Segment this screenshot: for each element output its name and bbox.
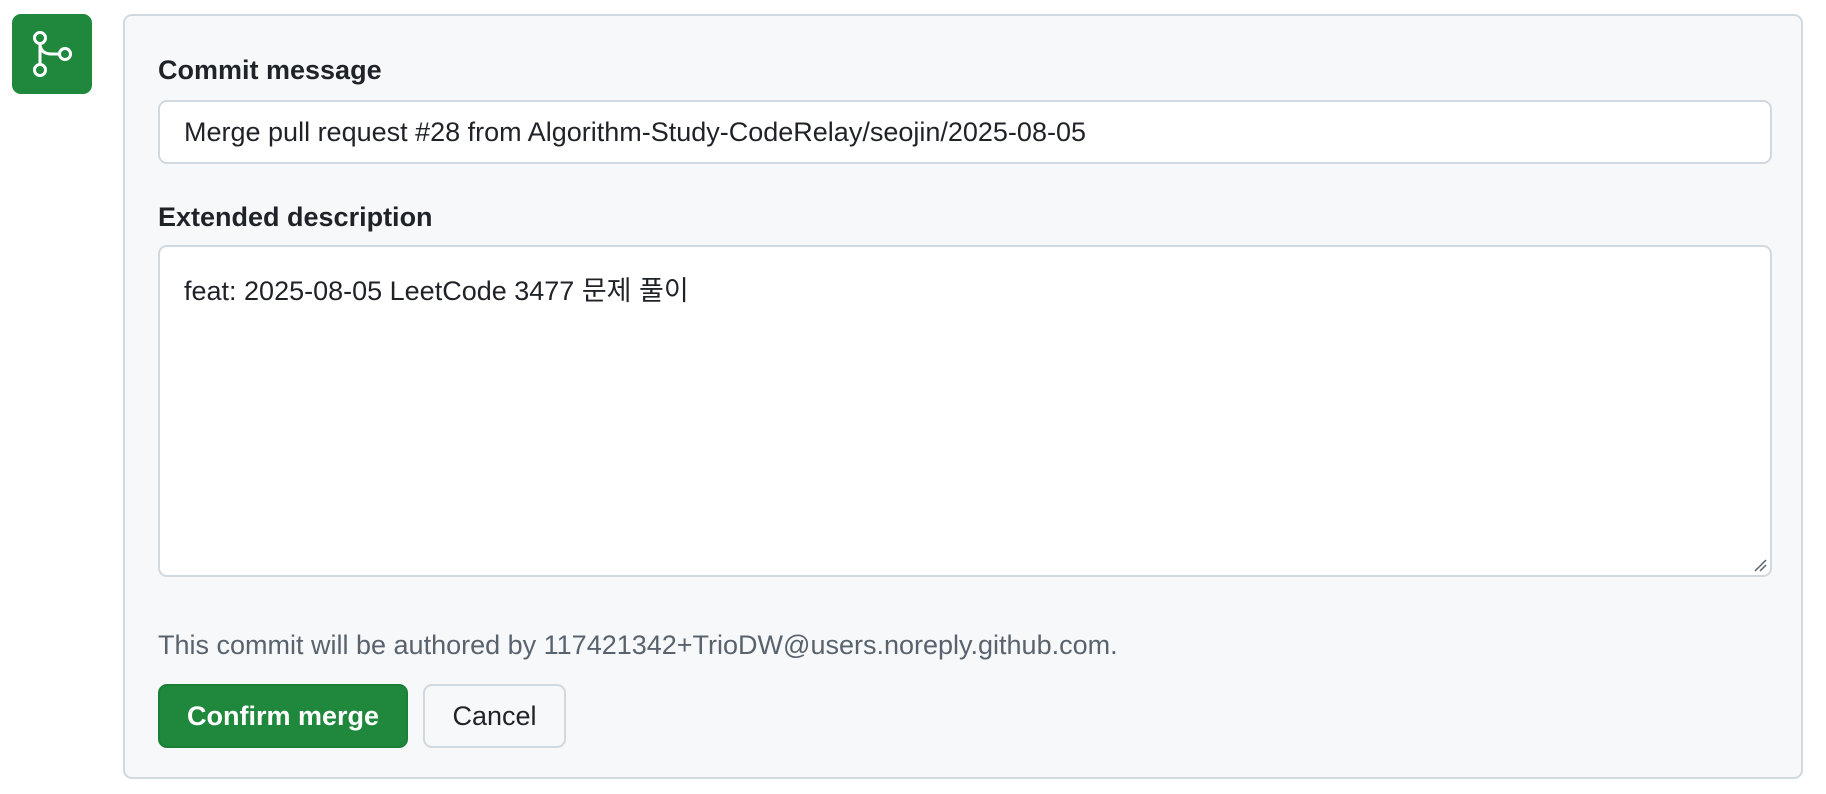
merge-form-panel: Commit message Extended description feat… xyxy=(123,14,1803,779)
resize-handle-icon[interactable] xyxy=(1753,558,1767,572)
commit-message-input[interactable] xyxy=(158,100,1772,164)
git-merge-glyph xyxy=(33,31,72,77)
git-merge-icon xyxy=(12,14,92,94)
extended-description-textarea[interactable]: feat: 2025-08-05 LeetCode 3477 문제 풀이 xyxy=(158,245,1772,577)
confirm-merge-button[interactable]: Confirm merge xyxy=(158,684,408,748)
commit-message-label: Commit message xyxy=(158,55,382,85)
extended-description-label: Extended description xyxy=(158,202,433,232)
cancel-button[interactable]: Cancel xyxy=(423,684,566,748)
commit-author-note: This commit will be authored by 11742134… xyxy=(158,630,1118,660)
